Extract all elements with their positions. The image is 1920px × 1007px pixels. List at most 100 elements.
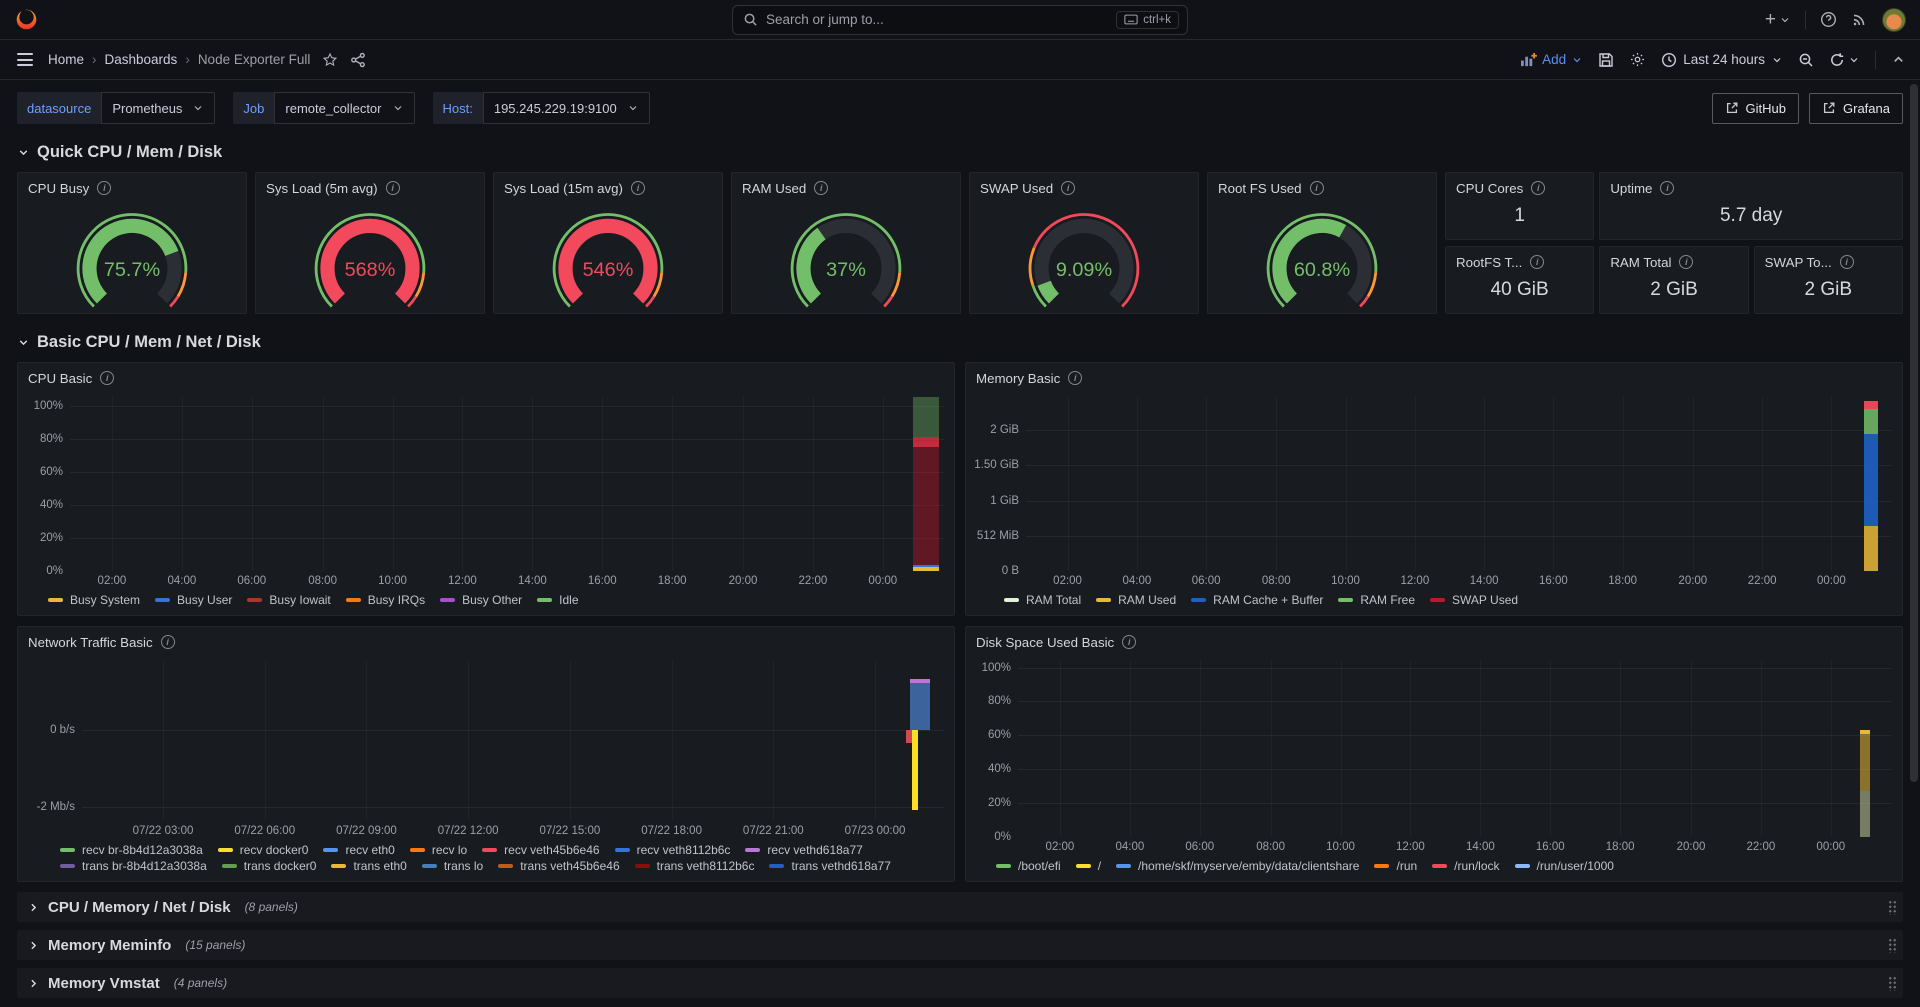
legend-item-run-user-1000[interactable]: /run/user/1000 [1515,859,1614,873]
panel-title[interactable]: CPU Cores [1456,181,1523,196]
info-icon[interactable]: i [1840,255,1854,269]
grafana-logo-icon[interactable] [14,7,39,32]
help-button[interactable] [1820,11,1837,28]
legend-item-home-skf-myserve-emby-data-clientshare[interactable]: /home/skf/myserve/emby/data/clientshare [1116,859,1359,873]
info-icon[interactable]: i [1531,181,1545,195]
panel-title[interactable]: Disk Space Used Basic [976,635,1114,650]
legend-item-recv-eth0[interactable]: recv eth0 [323,843,394,857]
info-icon[interactable]: i [161,635,175,649]
legend-item-run-lock[interactable]: /run/lock [1432,859,1499,873]
collapsed-row-cpu-memory-net-disk[interactable]: CPU / Memory / Net / Disk(8 panels) [17,892,1903,922]
save-dashboard-button[interactable] [1598,52,1614,68]
legend-item-recv-veth45b6e46[interactable]: recv veth45b6e46 [482,843,599,857]
legend-item-boot-efi[interactable]: /boot/efi [996,859,1061,873]
menu-toggle-button[interactable] [14,50,36,69]
legend-item-busy-irqs[interactable]: Busy IRQs [346,593,425,607]
panel-title[interactable]: RAM Used [742,181,806,196]
panel-title[interactable]: RAM Total [1610,255,1671,270]
time-range-picker[interactable]: Last 24 hours [1661,52,1783,68]
share-button[interactable] [350,52,366,68]
panel-title[interactable]: Network Traffic Basic [28,635,153,650]
breadcrumb-item-node-exporter-full[interactable]: Node Exporter Full [198,52,311,67]
row-drag-handle[interactable] [1888,976,1897,991]
link-button-github[interactable]: GitHub [1712,93,1799,124]
panel-title[interactable]: Uptime [1610,181,1652,196]
legend-item-trans-docker0[interactable]: trans docker0 [222,859,317,873]
legend-item-run[interactable]: /run [1374,859,1417,873]
info-icon[interactable]: i [1122,635,1136,649]
panel-title[interactable]: Root FS Used [1218,181,1302,196]
row-drag-handle[interactable] [1888,900,1897,915]
scrollbar-thumb[interactable] [1910,84,1918,782]
panel-title[interactable]: RootFS T... [1456,255,1522,270]
panel-title[interactable]: CPU Basic [28,371,92,386]
legend-item-ram-cache-buffer[interactable]: RAM Cache + Buffer [1191,593,1323,607]
panel-title[interactable]: CPU Busy [28,181,89,196]
row-header-basic[interactable]: Basic CPU / Mem / Net / Disk [17,330,1903,354]
legend-item-trans-veth45b6e46[interactable]: trans veth45b6e46 [498,859,619,873]
breadcrumb-item-dashboards[interactable]: Dashboards [105,52,178,67]
info-icon[interactable]: i [386,181,400,195]
legend-item-busy-iowait[interactable]: Busy Iowait [247,593,330,607]
info-icon[interactable]: i [1530,255,1544,269]
legend-item-swap-used[interactable]: SWAP Used [1430,593,1518,607]
collapsed-row-memory-meminfo[interactable]: Memory Meminfo(15 panels) [17,930,1903,960]
legend-item-trans-vethd618a77[interactable]: trans vethd618a77 [769,859,890,873]
news-button[interactable] [1851,11,1868,28]
user-avatar[interactable] [1882,8,1906,32]
legend-item-busy-system[interactable]: Busy System [48,593,140,607]
plot-area[interactable] [70,397,944,571]
plot-area[interactable] [1026,397,1892,571]
info-icon[interactable]: i [1061,181,1075,195]
zoom-out-time-button[interactable] [1798,52,1814,68]
kiosk-mode-button[interactable] [1891,52,1906,67]
info-icon[interactable]: i [1068,371,1082,385]
legend-item-trans-eth0[interactable]: trans eth0 [331,859,406,873]
collapsed-row-memory-vmstat[interactable]: Memory Vmstat(4 panels) [17,968,1903,998]
legend-item-busy-user[interactable]: Busy User [155,593,232,607]
legend-item-busy-other[interactable]: Busy Other [440,593,522,607]
info-icon[interactable]: i [1660,181,1674,195]
row-drag-handle[interactable] [1888,938,1897,953]
plot-area[interactable] [1018,661,1892,837]
panel-title[interactable]: Sys Load (15m avg) [504,181,623,196]
variable-value-dropdown[interactable]: remote_collector [274,92,414,124]
legend-item-trans-lo[interactable]: trans lo [422,859,483,873]
legend-item-recv-br-8b4d12a3038a[interactable]: recv br-8b4d12a3038a [60,843,203,857]
scrollbar[interactable] [1910,84,1918,1003]
legend-item-recv-lo[interactable]: recv lo [410,843,467,857]
variable-value-dropdown[interactable]: 195.245.229.19:9100 [483,92,650,124]
legend-item-ram-total[interactable]: RAM Total [1004,593,1081,607]
info-icon[interactable]: i [631,181,645,195]
info-icon[interactable]: i [1310,181,1324,195]
panel-title[interactable]: Memory Basic [976,371,1060,386]
legend-item-recv-veth8112b6c[interactable]: recv veth8112b6c [615,843,731,857]
panel-title[interactable]: SWAP To... [1765,255,1832,270]
new-menu-button[interactable]: + [1765,10,1791,29]
search-input[interactable]: Search or jump to... ctrl+k [732,5,1188,35]
plot-area[interactable] [82,661,944,821]
panel-title[interactable]: Sys Load (5m avg) [266,181,378,196]
info-icon[interactable]: i [1679,255,1693,269]
breadcrumb-item-home[interactable]: Home [48,52,84,67]
add-panel-button[interactable]: Add [1520,52,1583,67]
row-header-quick[interactable]: Quick CPU / Mem / Disk [17,140,1903,164]
legend-item-recv-vethd618a77[interactable]: recv vethd618a77 [745,843,862,857]
variable-value-dropdown[interactable]: Prometheus [101,92,215,124]
legend-item-idle[interactable]: Idle [537,593,578,607]
legend-item-recv-docker0[interactable]: recv docker0 [218,843,309,857]
legend-item-[interactable]: / [1076,859,1101,873]
legend-item-ram-free[interactable]: RAM Free [1338,593,1415,607]
info-icon[interactable]: i [97,181,111,195]
info-icon[interactable]: i [100,371,114,385]
info-icon[interactable]: i [814,181,828,195]
favorite-button[interactable] [322,52,338,68]
refresh-button[interactable] [1829,52,1860,68]
link-button-grafana[interactable]: Grafana [1809,93,1903,124]
section-title: Quick CPU / Mem / Disk [37,143,222,162]
dashboard-settings-button[interactable] [1629,51,1646,68]
legend-item-ram-used[interactable]: RAM Used [1096,593,1176,607]
legend-item-trans-veth8112b6c[interactable]: trans veth8112b6c [635,859,755,873]
panel-title[interactable]: SWAP Used [980,181,1053,196]
legend-item-trans-br-8b4d12a3038a[interactable]: trans br-8b4d12a3038a [60,859,207,873]
